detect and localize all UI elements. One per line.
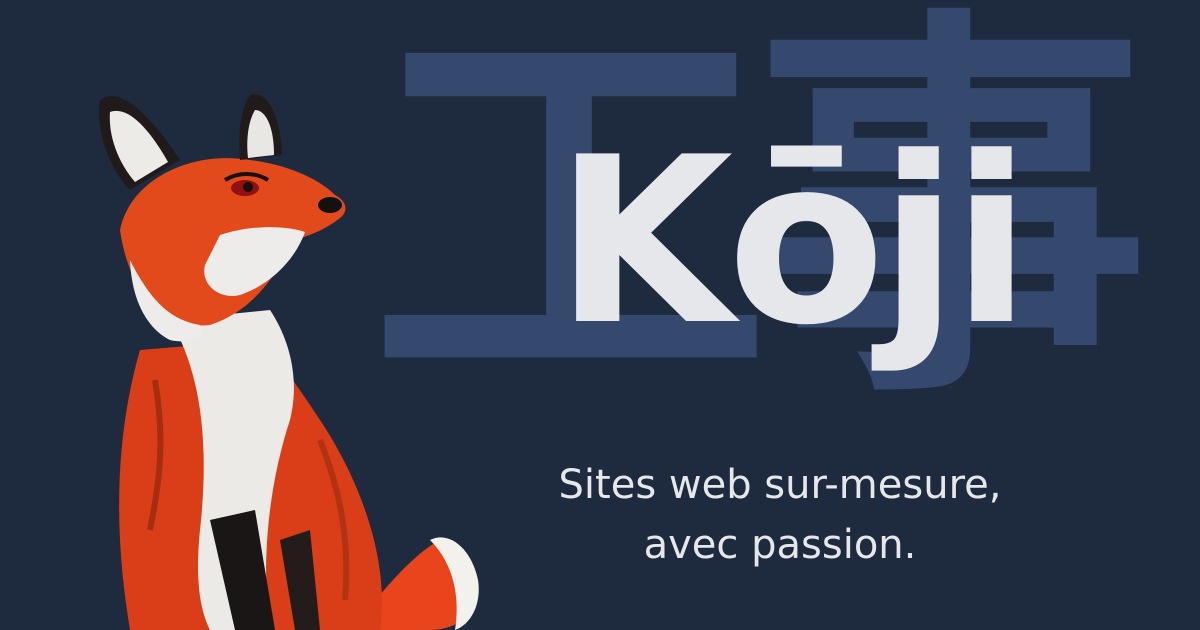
tagline-line-1: Sites web sur-mesure, <box>558 462 1002 508</box>
tagline: Sites web sur-mesure, avec passion. <box>480 455 1080 575</box>
brand-title: Kōji <box>555 109 1031 376</box>
tagline-line-2: avec passion. <box>643 522 917 568</box>
